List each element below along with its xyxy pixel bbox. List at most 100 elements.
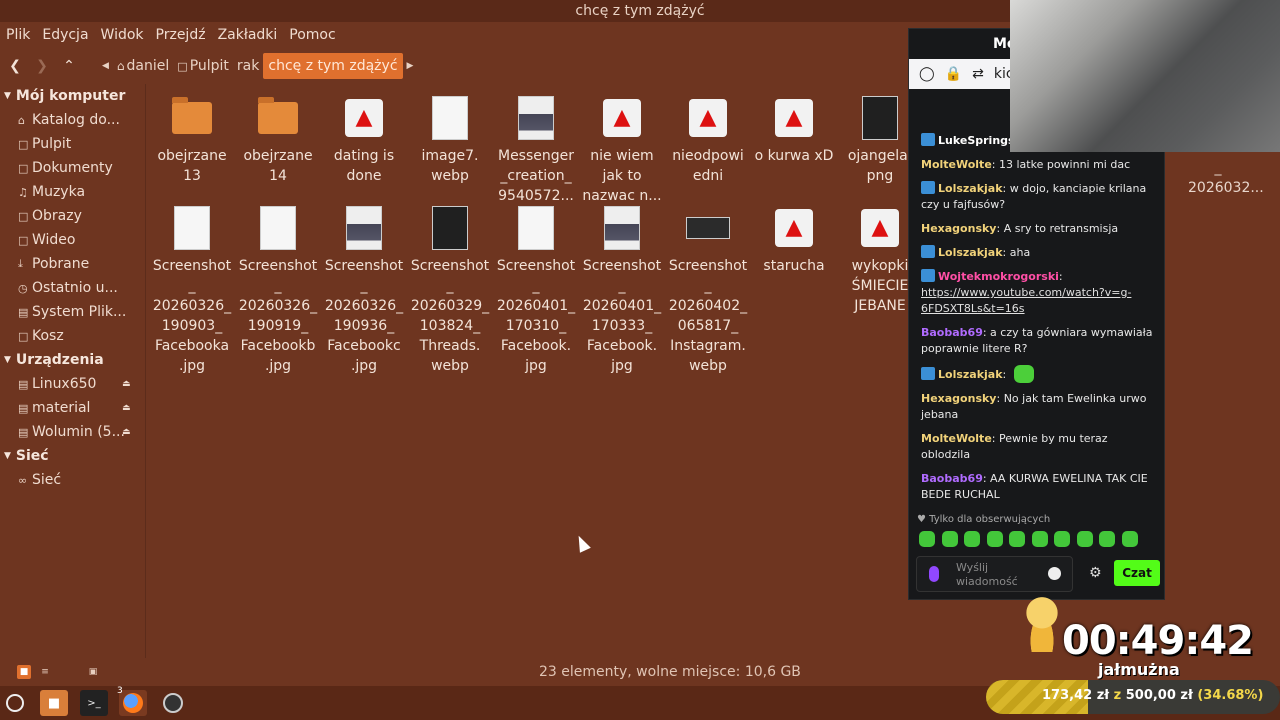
- file-label-line: _: [618, 278, 626, 294]
- file-item[interactable]: Screenshot _ 20260326_ 190936_ Facebookc .jpg: [321, 202, 407, 376]
- file-item[interactable]: Messenger _creation_ 9540572...: [493, 92, 579, 206]
- sidebar-item-system[interactable]: ▤ System Plik...: [0, 300, 145, 324]
- up-button[interactable]: ⌃: [56, 53, 82, 79]
- file-item[interactable]: Screenshot _ 20260401_ 170310_ Facebook. jpg: [493, 202, 579, 376]
- file-item[interactable]: Screenshot _ 20260326_ 190903_ Facebooka .jpg: [149, 202, 235, 376]
- emote-button[interactable]: [941, 531, 958, 547]
- file-item[interactable]: ▲ nieodpowi edni: [665, 92, 751, 186]
- eject-icon[interactable]: ⏏: [122, 379, 131, 389]
- sidebar-section-computer[interactable]: ▼ Mój komputer: [0, 84, 145, 108]
- breadcrumb-forward-icon[interactable]: ▶: [403, 53, 418, 79]
- file-item[interactable]: ▲ o kurwa xD: [751, 92, 837, 166]
- chat-send-button[interactable]: Czat: [1114, 560, 1160, 586]
- tree-toggle-button[interactable]: ≡: [38, 665, 52, 679]
- sidebar-item-home[interactable]: ⌂ Katalog do...: [0, 108, 145, 132]
- microphone-icon[interactable]: [929, 566, 939, 582]
- chat-text: 13 latke powinni mi dac: [998, 158, 1131, 171]
- file-item[interactable]: ▲ nie wiem jak to nazwac n...: [579, 92, 665, 206]
- sidebar-item-linux650[interactable]: ▤ Linux650 ⏏: [0, 372, 145, 396]
- chat-username[interactable]: Baobab69: [921, 472, 983, 485]
- file-item[interactable]: obejrzane 14: [235, 92, 321, 186]
- chat-settings-gear-icon[interactable]: ⚙: [1089, 565, 1102, 581]
- chat-username[interactable]: Baobab69: [921, 326, 983, 339]
- chat-username[interactable]: Wojtekmokrogorski: [938, 270, 1059, 283]
- forward-button[interactable]: ❯: [29, 53, 55, 79]
- chat-username[interactable]: LukeSprings: [938, 134, 1015, 147]
- hide-sidebar-button[interactable]: ▣: [86, 665, 100, 679]
- sidebar-item-siec[interactable]: ∞ Sieć: [0, 468, 145, 492]
- menu-edycja[interactable]: Edycja: [42, 27, 88, 43]
- emote-button[interactable]: [1076, 531, 1093, 547]
- sidebar-item-wolumin[interactable]: ▤ Wolumin (5... ⏏: [0, 420, 145, 444]
- sidebar-item-dokumenty[interactable]: □ Dokumenty: [0, 156, 145, 180]
- emote-button[interactable]: [919, 531, 935, 547]
- emote-button[interactable]: [1054, 531, 1070, 547]
- sidebar-item-material[interactable]: ▤ material ⏏: [0, 396, 145, 420]
- download-icon: ⤓: [18, 257, 23, 270]
- file-item[interactable]: obejrzane 13: [149, 92, 235, 186]
- file-label-line: o kurwa xD: [754, 148, 834, 164]
- terminal-launcher[interactable]: >_: [80, 690, 108, 716]
- file-item[interactable]: image7. webp: [407, 92, 493, 186]
- file-label-line: .jpg: [264, 358, 292, 374]
- menu-zakladki[interactable]: Zakładki: [218, 27, 278, 43]
- file-item[interactable]: Screenshot _ 20260329_ 103824_ Threads. webp: [407, 202, 493, 376]
- menu-plik[interactable]: Plik: [6, 27, 30, 43]
- file-item[interactable]: Screenshot _ 20260401_ 170333_ Facebook. jpg: [579, 202, 665, 376]
- chat-username[interactable]: Lolszakjak: [938, 182, 1003, 195]
- chat-text: aha: [1009, 246, 1031, 259]
- emote-button[interactable]: [964, 531, 980, 547]
- sidebar-item-obrazy[interactable]: □ Obrazy: [0, 204, 145, 228]
- firefox-launcher[interactable]: 3: [117, 686, 147, 716]
- sidebar-item-kosz[interactable]: □ Kosz: [0, 324, 145, 348]
- chat-username[interactable]: Hexagonsky: [921, 392, 996, 405]
- file-item[interactable]: ▲ starucha: [751, 202, 837, 276]
- chat-username[interactable]: MolteWolte: [921, 158, 992, 171]
- chat-link[interactable]: https://www.youtube.com/watch?v=g-6FDSXT…: [921, 286, 1131, 315]
- eject-icon[interactable]: ⏏: [122, 403, 131, 413]
- chat-username[interactable]: MolteWolte: [921, 432, 992, 445]
- breadcrumb-back-icon[interactable]: ◀: [98, 53, 113, 79]
- file-label-line: Facebookc: [327, 338, 401, 354]
- sidebar-item-pobrane[interactable]: ⤓ Pobrane: [0, 252, 145, 276]
- eject-icon[interactable]: ⏏: [122, 427, 131, 437]
- places-toggle-button[interactable]: ■: [17, 665, 31, 679]
- back-button[interactable]: ❮: [2, 53, 28, 79]
- emote-button[interactable]: [986, 531, 1003, 547]
- sidebar-section-devices[interactable]: ▼ Urządzenia: [0, 348, 145, 372]
- files-launcher[interactable]: ■: [40, 690, 68, 716]
- emote-button[interactable]: [1009, 531, 1025, 547]
- breadcrumb-item-pulpit[interactable]: □ Pulpit: [173, 53, 233, 79]
- sidebar-section-network[interactable]: ▼ Sieć: [0, 444, 145, 468]
- file-item[interactable]: Screenshot _ 20260402_ 065817_ Instagram. web…: [665, 202, 751, 376]
- emote-button[interactable]: [1121, 531, 1138, 547]
- chat-input[interactable]: Wyślij wiadomość: [916, 556, 1073, 592]
- breadcrumb-item-rak[interactable]: rak: [233, 53, 263, 79]
- chat-username[interactable]: Hexagonsky: [921, 222, 996, 235]
- emoji-icon[interactable]: [1048, 567, 1061, 580]
- image-icon: □: [18, 209, 29, 223]
- breadcrumb-item-current[interactable]: chcę z tym zdążyć: [263, 53, 403, 79]
- chat-username[interactable]: Lolszakjak: [938, 246, 1003, 259]
- sidebar-item-pulpit[interactable]: □ Pulpit: [0, 132, 145, 156]
- file-item[interactable]: ▲ dating is done: [321, 92, 407, 186]
- menu-button[interactable]: [0, 690, 30, 716]
- obs-launcher[interactable]: [159, 690, 187, 716]
- sidebar-item-muzyka[interactable]: ♫ Muzyka: [0, 180, 145, 204]
- file-label-line: webp: [689, 358, 727, 374]
- sidebar-item-wideo[interactable]: □ Wideo: [0, 228, 145, 252]
- menu-widok[interactable]: Widok: [101, 27, 144, 43]
- sidebar-item-ostatnio[interactable]: ◷ Ostatnio u...: [0, 276, 145, 300]
- emote-button[interactable]: [1099, 531, 1115, 547]
- file-item[interactable]: Screenshot _ 20260326_ 190919_ Facebookb .jpg: [235, 202, 321, 376]
- chat-username[interactable]: Lolszakjak: [938, 368, 1003, 381]
- partial-file-label[interactable]: _ 2026032...: [1188, 158, 1264, 198]
- emote-button[interactable]: [1031, 531, 1048, 547]
- menu-pomoc[interactable]: Pomoc: [289, 27, 335, 43]
- chat-message: MolteWolte: 13 latke powinni mi dac: [921, 157, 1157, 173]
- folder-icon: ■: [47, 695, 61, 711]
- file-label-line: 065817_: [677, 318, 739, 334]
- file-label-line: Screenshot: [496, 258, 576, 274]
- breadcrumb-item-home[interactable]: ⌂ daniel: [113, 53, 173, 79]
- menu-przejdz[interactable]: Przejdź: [156, 27, 206, 43]
